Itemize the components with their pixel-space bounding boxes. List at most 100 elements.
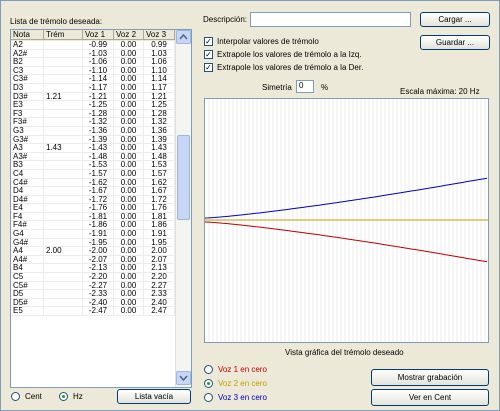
table-row[interactable]: D4# -1.72 0.00 1.72 <box>11 195 175 205</box>
cell-trem[interactable] <box>44 83 83 92</box>
radio-voice2-zero[interactable] <box>204 379 213 388</box>
cell-trem[interactable] <box>44 307 83 315</box>
cell-trem[interactable] <box>44 58 83 66</box>
table-row[interactable]: C5# -2.27 0.00 2.27 <box>11 281 175 291</box>
cell-trem[interactable] <box>44 109 83 118</box>
cell-trem[interactable] <box>44 290 83 298</box>
cell-voice3: 1.53 <box>144 161 175 169</box>
cell-voice1: -2.20 <box>83 273 114 281</box>
table-row[interactable]: D3 -1.17 0.00 1.17 <box>11 83 175 93</box>
table-row[interactable]: C3# -1.14 0.00 1.14 <box>11 75 175 84</box>
view-in-cent-button[interactable]: Ver en Cent <box>371 389 489 406</box>
table-row[interactable]: F4# -1.86 0.00 1.86 <box>11 221 175 231</box>
clear-list-button[interactable]: Lista vacía <box>117 389 191 404</box>
tremolo-table[interactable]: Nota Trém Voz 1 Voz 2 Voz 3 A2 -0.99 0.00 0… <box>10 29 192 388</box>
cell-trem[interactable] <box>44 126 83 135</box>
cell-trem[interactable]: 1.21 <box>44 92 83 101</box>
table-row[interactable]: A2# -1.03 0.00 1.03 <box>11 49 175 59</box>
cell-voice2: 0.00 <box>114 41 144 49</box>
cell-trem[interactable] <box>44 152 83 161</box>
cell-trem[interactable]: 2.00 <box>44 247 83 255</box>
table-row[interactable]: F4 -1.81 0.00 1.81 <box>11 212 175 222</box>
cell-voice3: 2.07 <box>144 255 175 264</box>
table-row[interactable]: D5# -2.40 0.00 2.40 <box>11 298 175 308</box>
radio-voice1-zero[interactable] <box>204 365 213 374</box>
cell-trem[interactable] <box>44 273 83 281</box>
column-header-voice2[interactable]: Voz 2 <box>114 30 144 40</box>
cell-trem[interactable] <box>44 204 83 212</box>
checkbox-interpolate[interactable]: ✓ <box>204 37 213 46</box>
radio-hz[interactable] <box>59 392 68 401</box>
table-row[interactable]: C4# -1.62 0.00 1.62 <box>11 178 175 188</box>
table-row[interactable]: A4# -2.07 0.00 2.07 <box>11 255 175 265</box>
table-row[interactable]: D4 -1.67 0.00 1.67 <box>11 187 175 196</box>
symmetry-input[interactable]: 0 <box>296 80 314 93</box>
table-row[interactable]: D5 -2.33 0.00 2.33 <box>11 290 175 299</box>
table-row[interactable]: A2 -0.99 0.00 0.99 <box>11 41 175 50</box>
cell-trem[interactable]: 1.43 <box>44 144 83 152</box>
table-row[interactable]: B4 -2.13 0.00 2.13 <box>11 264 175 274</box>
table-row[interactable]: G3# -1.39 0.00 1.39 <box>11 135 175 145</box>
column-header-note[interactable]: Nota <box>11 30 44 40</box>
column-header-voice1[interactable]: Voz 1 <box>83 30 114 40</box>
cell-trem[interactable] <box>44 264 83 273</box>
show-recording-button[interactable]: Mostrar grabación <box>371 369 489 386</box>
cell-voice3: 1.10 <box>144 66 175 75</box>
table-row[interactable]: B2 -1.06 0.00 1.06 <box>11 58 175 67</box>
cell-trem[interactable] <box>44 298 83 307</box>
table-row[interactable]: F3# -1.32 0.00 1.32 <box>11 118 175 127</box>
table-row[interactable]: B3 -1.53 0.00 1.53 <box>11 161 175 170</box>
cell-trem[interactable] <box>44 41 83 49</box>
cell-trem[interactable] <box>44 255 83 264</box>
cell-trem[interactable] <box>44 238 83 247</box>
cell-trem[interactable] <box>44 230 83 238</box>
cell-trem[interactable] <box>44 281 83 290</box>
checkbox-extrapolate-right[interactable]: ✓ <box>204 63 213 72</box>
cell-voice2: 0.00 <box>114 290 144 298</box>
checkbox-extrapolate-left[interactable]: ✓ <box>204 50 213 59</box>
cell-voice2: 0.00 <box>114 212 144 221</box>
table-row[interactable]: F3 -1.28 0.00 1.28 <box>11 109 175 119</box>
scroll-thumb[interactable] <box>177 135 190 220</box>
table-row[interactable]: G4# -1.95 0.00 1.95 <box>11 238 175 248</box>
cell-trem[interactable] <box>44 49 83 58</box>
table-row[interactable]: E5 -2.47 0.00 2.47 <box>11 307 175 316</box>
cell-trem[interactable] <box>44 161 83 169</box>
cell-voice3: 2.33 <box>144 290 175 298</box>
radio-voice3-zero[interactable] <box>204 393 213 402</box>
scroll-up-button[interactable] <box>176 30 191 44</box>
description-input[interactable] <box>250 12 411 27</box>
save-button[interactable]: Guardar ... <box>420 35 490 50</box>
cell-note: D5 <box>11 290 44 298</box>
table-row[interactable]: C4 -1.57 0.00 1.57 <box>11 169 175 179</box>
table-row[interactable]: G4 -1.91 0.00 1.91 <box>11 230 175 239</box>
symmetry-label: Simetría <box>262 83 292 92</box>
cell-trem[interactable] <box>44 178 83 187</box>
cell-trem[interactable] <box>44 212 83 221</box>
radio-cent[interactable] <box>11 392 20 401</box>
column-header-voice3[interactable]: Voz 3 <box>144 30 175 40</box>
cell-trem[interactable] <box>44 187 83 195</box>
table-row[interactable]: A3 1.43 -1.43 0.00 1.43 <box>11 144 175 153</box>
cell-trem[interactable] <box>44 135 83 144</box>
cell-trem[interactable] <box>44 75 83 83</box>
table-row[interactable]: A4 2.00 -2.00 0.00 2.00 <box>11 247 175 256</box>
table-row[interactable]: A3# -1.48 0.00 1.48 <box>11 152 175 162</box>
table-scrollbar[interactable] <box>175 30 191 387</box>
cell-trem[interactable] <box>44 169 83 178</box>
cell-trem[interactable] <box>44 195 83 204</box>
table-row[interactable]: E4 -1.76 0.00 1.76 <box>11 204 175 213</box>
table-row[interactable]: C5 -2.20 0.00 2.20 <box>11 273 175 282</box>
cell-trem[interactable] <box>44 221 83 230</box>
table-row[interactable]: G3 -1.36 0.00 1.36 <box>11 126 175 136</box>
table-row[interactable]: D3# 1.21 -1.21 0.00 1.21 <box>11 92 175 102</box>
cell-trem[interactable] <box>44 101 83 109</box>
load-button[interactable]: Cargar ... <box>420 12 490 27</box>
cell-trem[interactable] <box>44 118 83 126</box>
table-row[interactable]: C3 -1.10 0.00 1.10 <box>11 66 175 76</box>
cell-trem[interactable] <box>44 66 83 75</box>
cell-voice2: 0.00 <box>114 66 144 75</box>
scroll-down-button[interactable] <box>176 371 191 385</box>
table-row[interactable]: E3 -1.25 0.00 1.25 <box>11 101 175 110</box>
column-header-trem[interactable]: Trém <box>44 30 83 40</box>
